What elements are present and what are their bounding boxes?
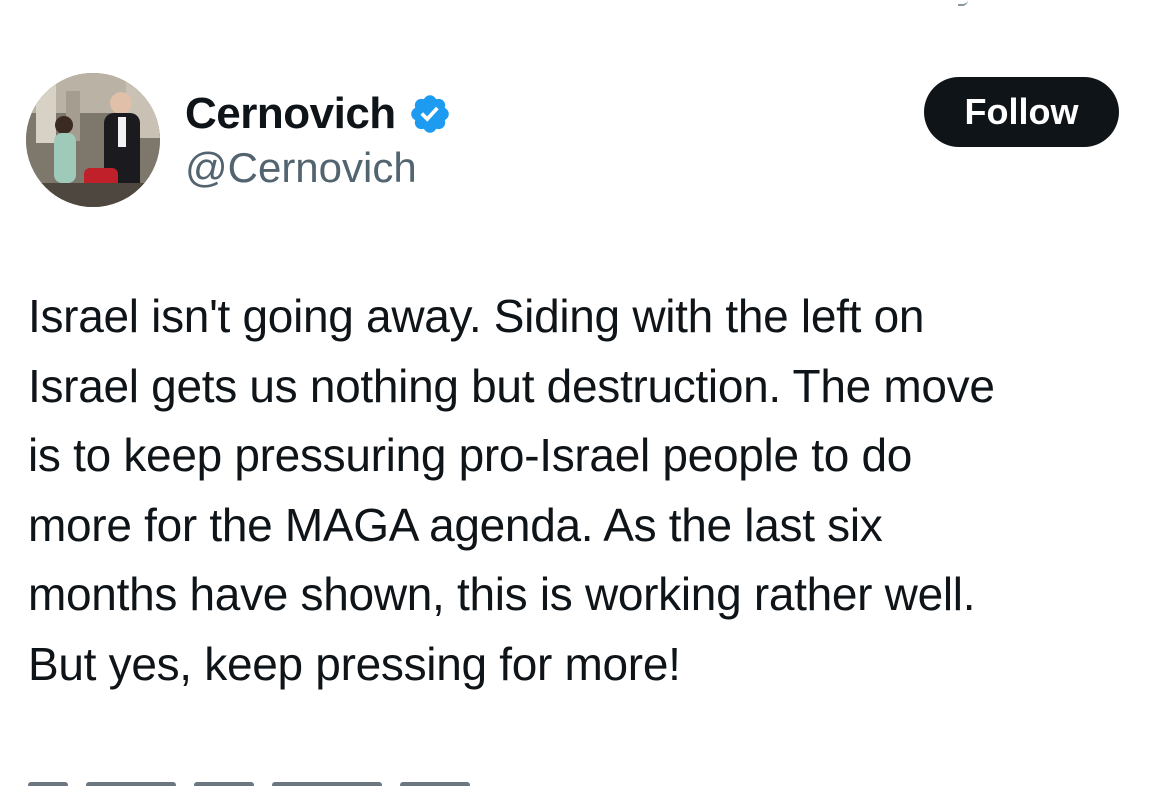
verified-badge-icon: [408, 92, 452, 136]
cropped-timestamp-row: [28, 774, 548, 786]
follow-button[interactable]: Follow: [924, 77, 1119, 147]
cropped-element: [958, 0, 968, 6]
name-row: Cernovich: [185, 86, 452, 142]
avatar-image: [26, 73, 160, 207]
tweet-card: Cernovich @Cernovich Follow Israel isn't…: [0, 0, 1170, 786]
user-handle[interactable]: @Cernovich: [185, 144, 452, 192]
author-block: Cernovich @Cernovich: [185, 86, 452, 192]
tweet-text: Israel isn't going away. Siding with the…: [28, 290, 995, 690]
display-name[interactable]: Cernovich: [185, 89, 396, 139]
avatar[interactable]: [26, 73, 160, 207]
